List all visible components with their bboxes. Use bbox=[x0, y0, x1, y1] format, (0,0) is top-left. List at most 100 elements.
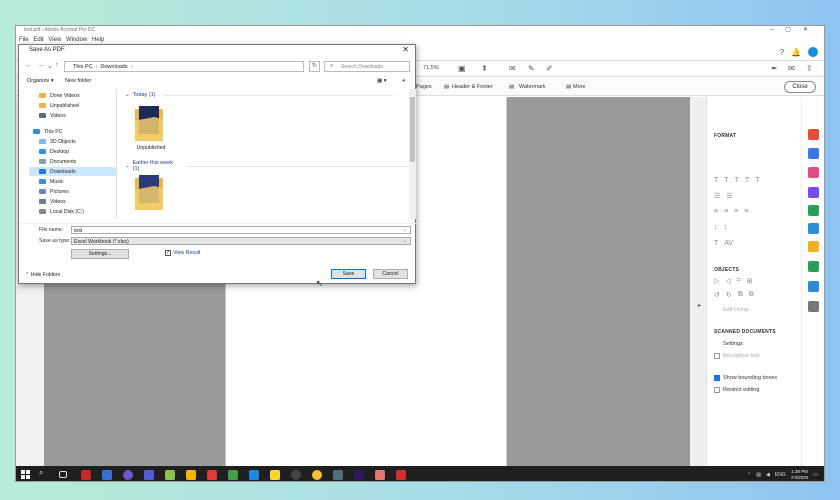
dialog-close-icon[interactable]: ✕ bbox=[402, 45, 409, 54]
nav-item-downloads[interactable]: Downloads bbox=[29, 167, 116, 176]
menu-edit[interactable]: Edit bbox=[33, 37, 43, 43]
search-input[interactable]: ⌕ Search Downloads bbox=[324, 61, 410, 72]
clock[interactable]: 1:38 PM 7/4/2020 bbox=[791, 469, 809, 481]
more-menu[interactable]: More bbox=[573, 84, 586, 90]
sign-icon[interactable]: ✒ bbox=[771, 64, 778, 73]
taskbar-app-10[interactable] bbox=[270, 470, 280, 480]
protect-icon[interactable] bbox=[808, 281, 819, 292]
scale-row[interactable]: T AV bbox=[714, 240, 733, 247]
document-scrollbar[interactable] bbox=[696, 97, 704, 466]
chevron-down-icon[interactable]: ⌄ bbox=[403, 238, 407, 244]
up-arrow-icon[interactable]: ↑ bbox=[55, 62, 59, 69]
combine-icon[interactable] bbox=[808, 148, 819, 159]
group-earlier-this-week[interactable]: ⌄ Earlier this week (1) bbox=[125, 160, 409, 172]
taskbar-app-6[interactable] bbox=[186, 470, 196, 480]
taskbar-app-7[interactable] bbox=[207, 470, 217, 480]
share-icon[interactable]: ⇪ bbox=[806, 64, 813, 73]
pen-icon[interactable]: ✎ bbox=[528, 64, 535, 73]
chevron-up-icon[interactable]: ⌃ bbox=[747, 472, 751, 478]
chevron-down-icon[interactable]: ⌄ bbox=[47, 62, 53, 70]
comment-icon[interactable]: ✉ bbox=[509, 64, 516, 73]
pages-menu[interactable]: Pages bbox=[416, 84, 432, 90]
back-arrow-icon[interactable]: ← bbox=[25, 62, 32, 69]
taskbar-app-8[interactable] bbox=[228, 470, 238, 480]
help-icon[interactable]: ● bbox=[402, 78, 405, 84]
view-options-icon[interactable]: ▦ ▾ bbox=[377, 78, 387, 84]
task-view-icon[interactable] bbox=[59, 471, 67, 478]
breadcrumb-this-pc[interactable]: This PC bbox=[73, 64, 93, 70]
view-result-checkbox[interactable]: ✓ bbox=[165, 250, 171, 256]
cancel-button[interactable]: Cancel bbox=[373, 269, 408, 279]
taskbar-app-3[interactable] bbox=[123, 470, 133, 480]
chevron-down-icon[interactable]: ⌄ bbox=[403, 227, 407, 233]
header-footer-menu[interactable]: Header & Footer bbox=[452, 84, 493, 90]
menu-help[interactable]: Help bbox=[92, 37, 104, 43]
export-icon[interactable] bbox=[808, 205, 819, 216]
bell-icon[interactable]: 🔔 bbox=[791, 48, 801, 57]
nav-item-pictures[interactable]: Pictures bbox=[39, 187, 69, 196]
file-pane-scrollbar[interactable] bbox=[409, 89, 416, 219]
list-style-row[interactable]: ☰ ☰ bbox=[714, 192, 733, 200]
network-icon[interactable]: ▤ bbox=[756, 472, 761, 478]
rotate-row[interactable]: ↺ ↻ ⧉ ⧉ bbox=[714, 291, 754, 299]
nav-item-documents[interactable]: Documents bbox=[39, 157, 76, 166]
nav-item-desktop[interactable]: Desktop bbox=[39, 147, 69, 156]
watermark-menu[interactable]: Watermark bbox=[519, 84, 546, 90]
organize-button[interactable]: Organize ▾ bbox=[27, 78, 54, 84]
scroll-tool-icon[interactable]: ⇞ bbox=[481, 64, 488, 73]
breadcrumb-downloads[interactable]: Downloads bbox=[100, 64, 127, 70]
zoom-level[interactable]: 71.5% bbox=[423, 65, 439, 71]
folder-earlier[interactable] bbox=[133, 174, 167, 212]
premiere-icon[interactable] bbox=[354, 470, 364, 480]
comment-tool-icon[interactable] bbox=[808, 241, 819, 252]
scan-icon[interactable] bbox=[808, 261, 819, 272]
close-edit-button[interactable]: Close bbox=[784, 81, 816, 93]
arrange-row[interactable]: ▷ ◁ ⌗ ⊞ bbox=[714, 277, 753, 285]
save-button[interactable]: Save bbox=[331, 269, 366, 279]
notification-icon[interactable]: ▭ bbox=[813, 472, 818, 478]
taskbar-app-9[interactable] bbox=[249, 470, 259, 480]
forward-arrow-icon[interactable]: → bbox=[37, 62, 44, 69]
organize-icon[interactable] bbox=[808, 223, 819, 234]
mail-icon[interactable]: ✉ bbox=[788, 64, 795, 73]
save-type-select[interactable]: Excel Workbook (*.xlsx) ⌄ bbox=[71, 237, 411, 245]
taskbar-app-1[interactable] bbox=[81, 470, 91, 480]
menu-window[interactable]: Window bbox=[66, 37, 87, 43]
refresh-icon[interactable]: ↻ bbox=[309, 61, 320, 72]
ocr-settings[interactable]: Settings bbox=[723, 341, 743, 347]
nav-item-unpublished[interactable]: Unpublished bbox=[39, 101, 79, 110]
address-bar[interactable]: This PC › Downloads › bbox=[64, 61, 304, 72]
recognize-text-checkbox[interactable] bbox=[714, 353, 720, 359]
text-style-row[interactable]: TTTTT bbox=[714, 177, 759, 184]
chevron-right-icon[interactable]: ▸ bbox=[698, 302, 701, 309]
menu-view[interactable]: View bbox=[48, 37, 61, 43]
help-icon[interactable]: ? bbox=[780, 48, 784, 57]
nav-item-videos-quick[interactable]: Videos bbox=[39, 111, 66, 120]
taskbar-app-2[interactable] bbox=[102, 470, 112, 480]
fit-page-icon[interactable]: ▣ bbox=[458, 64, 466, 73]
acrobat-taskbar-icon[interactable] bbox=[396, 470, 406, 480]
group-today[interactable]: ⌄ Today (1) bbox=[125, 92, 393, 98]
windows-start-icon[interactable] bbox=[21, 470, 30, 479]
lang-indicator[interactable]: ENG bbox=[775, 472, 786, 478]
taskbar-app-11[interactable] bbox=[291, 470, 301, 480]
hide-folders-toggle[interactable]: ⌃ Hide Folders bbox=[25, 272, 60, 278]
nav-item-videos[interactable]: Videos bbox=[39, 197, 66, 206]
nav-item-this-pc[interactable]: This PC bbox=[33, 127, 62, 136]
align-row[interactable]: ≡ ≡ ≡ ≡ bbox=[714, 208, 748, 215]
chrome-icon[interactable] bbox=[312, 470, 322, 480]
fill-sign-icon[interactable] bbox=[808, 187, 819, 198]
settings-button[interactable]: Settings... bbox=[71, 249, 129, 259]
edit-pdf-icon[interactable] bbox=[808, 167, 819, 178]
avatar[interactable] bbox=[808, 47, 818, 57]
nav-item-music[interactable]: Music bbox=[39, 177, 64, 186]
menu-file[interactable]: File bbox=[19, 37, 29, 43]
file-name-input[interactable]: test ⌄ bbox=[71, 226, 411, 234]
new-folder-button[interactable]: New folder bbox=[65, 78, 91, 84]
edit-using[interactable]: Edit Using... bbox=[723, 307, 753, 313]
taskbar-app-12[interactable] bbox=[333, 470, 343, 480]
taskbar-app-4[interactable] bbox=[144, 470, 154, 480]
nav-item-3d-objects[interactable]: 3D Objects bbox=[39, 137, 76, 146]
taskbar-app-5[interactable] bbox=[165, 470, 175, 480]
show-bounding-checkbox[interactable] bbox=[714, 375, 720, 381]
